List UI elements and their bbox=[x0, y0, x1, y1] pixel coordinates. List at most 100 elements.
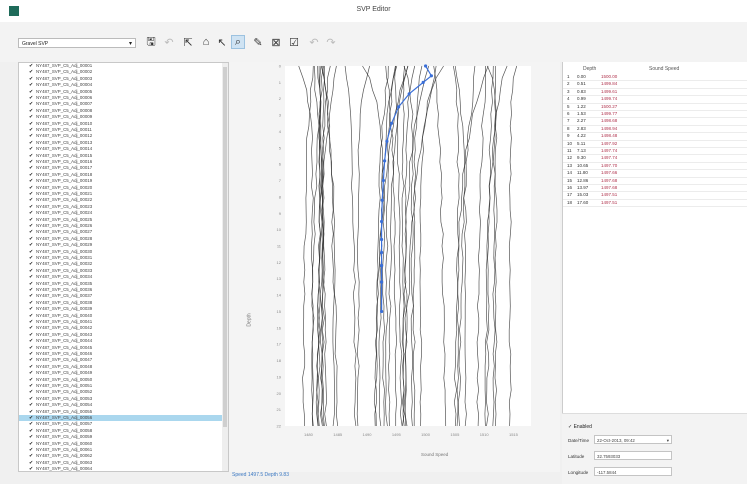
file-name: NY487_SVP_C5_Adj_00060 bbox=[36, 440, 93, 446]
y-tick-label: 1 bbox=[279, 80, 282, 85]
profile-point[interactable] bbox=[380, 309, 384, 314]
background-profile-line bbox=[298, 65, 314, 427]
y-tick-label: 6 bbox=[279, 162, 282, 167]
profile-point[interactable] bbox=[380, 280, 384, 284]
file-list-item[interactable]: ✔ NY487_SVP_C5_Adj_00064 bbox=[19, 466, 224, 472]
date-picker[interactable]: 22-Oct-2013, 09:42 ▾ bbox=[594, 435, 672, 444]
profile-settings: ✓ Enabled Date/Time 22-Oct-2013, 09:42 ▾ … bbox=[562, 413, 747, 484]
y-tick-label: 9 bbox=[279, 211, 282, 216]
profile-select[interactable]: Gravel SVP ▾ bbox=[18, 38, 136, 48]
depth-cell: 13.97 bbox=[577, 185, 589, 190]
import-icon[interactable]: ⇱ bbox=[181, 35, 195, 49]
profile-point[interactable] bbox=[421, 80, 425, 84]
background-profile-line bbox=[401, 65, 405, 427]
x-tick-label: 1505 bbox=[450, 432, 460, 437]
file-name: NY487_SVP_C5_Adj_00032 bbox=[36, 261, 93, 267]
file-name: NY487_SVP_C5_Adj_00013 bbox=[36, 139, 93, 145]
enabled-checkbox[interactable]: ✓ Enabled bbox=[568, 424, 592, 430]
table-row[interactable]: 18 17.60 1497.51 bbox=[563, 199, 747, 208]
longitude-label: Longitude bbox=[568, 470, 589, 475]
file-name: NY487_SVP_C5_Adj_00050 bbox=[36, 376, 93, 382]
row-index: 7 bbox=[567, 118, 570, 124]
file-name: NY487_SVP_C5_Adj_00059 bbox=[36, 434, 93, 440]
file-name: NY487_SVP_C5_Adj_00009 bbox=[36, 114, 93, 120]
profile-point[interactable] bbox=[397, 105, 401, 109]
background-profile-line bbox=[508, 65, 518, 427]
delete-point-icon[interactable]: ⊠ bbox=[269, 35, 283, 49]
file-name: NY487_SVP_C5_Adj_00064 bbox=[36, 466, 93, 472]
speed-cell: 1498.94 bbox=[601, 125, 618, 131]
file-name: NY487_SVP_C5_Adj_00052 bbox=[36, 389, 93, 395]
speed-cell: 1497.70 bbox=[601, 162, 618, 168]
file-name: NY487_SVP_C5_Adj_00033 bbox=[36, 267, 93, 273]
file-name: NY487_SVP_C5_Adj_00061 bbox=[36, 447, 93, 452]
file-name: NY487_SVP_C5_Adj_00012 bbox=[36, 133, 93, 139]
longitude-field[interactable]: -117.5844 bbox=[594, 467, 672, 476]
background-profile-line bbox=[356, 65, 370, 427]
speed-cell: 1497.68 bbox=[601, 185, 618, 190]
date-value: 22-Oct-2013, 09:42 bbox=[597, 438, 635, 443]
file-name: NY487_SVP_C5_Adj_00062 bbox=[36, 453, 93, 459]
row-index: 3 bbox=[567, 88, 570, 94]
file-name: NY487_SVP_C5_Adj_00047 bbox=[36, 357, 93, 363]
file-name: NY487_SVP_C5_Adj_00042 bbox=[36, 325, 93, 331]
profile-point[interactable] bbox=[424, 64, 428, 68]
depth-cell: 7.13 bbox=[577, 148, 586, 153]
file-name: NY487_SVP_C5_Adj_00002 bbox=[36, 69, 93, 75]
checkbox-icon[interactable]: ✔ bbox=[29, 466, 34, 471]
speed-cell: 1498.48 bbox=[601, 133, 618, 139]
file-name: NY487_SVP_C5_Adj_00029 bbox=[36, 242, 93, 248]
profile-point[interactable] bbox=[429, 74, 433, 78]
profile-point[interactable] bbox=[385, 139, 389, 143]
undo-icon[interactable]: ↶ bbox=[307, 35, 321, 49]
profile-point[interactable] bbox=[380, 237, 384, 242]
depth-cell: 2.27 bbox=[577, 118, 586, 124]
home-icon[interactable]: ⌂ bbox=[199, 35, 213, 49]
depth-column-header[interactable]: Depth bbox=[583, 66, 596, 72]
y-tick-label: 2 bbox=[279, 96, 282, 101]
profile-point[interactable] bbox=[380, 198, 384, 202]
row-index: 15 bbox=[567, 177, 573, 183]
y-tick-label: 21 bbox=[277, 407, 282, 412]
redo-icon[interactable]: ↷ bbox=[324, 35, 338, 49]
profile-point[interactable] bbox=[407, 92, 411, 96]
file-name: NY487_SVP_C5_Adj_00037 bbox=[36, 293, 93, 299]
zoom-icon[interactable]: ⌕ bbox=[231, 35, 245, 49]
y-tick-label: 17 bbox=[277, 342, 282, 347]
profile-point[interactable] bbox=[380, 264, 384, 268]
y-tick-label: 18 bbox=[277, 358, 282, 363]
undo-disabled-icon[interactable]: ↶ bbox=[162, 35, 176, 49]
speed-cell: 1497.74 bbox=[601, 148, 618, 153]
file-name: NY487_SVP_C5_Adj_00015 bbox=[36, 152, 93, 158]
depth-cell: 15.03 bbox=[577, 192, 589, 198]
file-name: NY487_SVP_C5_Adj_00003 bbox=[36, 75, 93, 81]
file-name: NY487_SVP_C5_Adj_00054 bbox=[36, 402, 93, 408]
profile-point[interactable] bbox=[380, 250, 384, 255]
row-index: 6 bbox=[567, 111, 570, 116]
scrollbar-thumb[interactable] bbox=[223, 67, 227, 427]
profile-point[interactable] bbox=[390, 121, 394, 125]
profile-point[interactable] bbox=[381, 178, 385, 183]
file-list-scrollbar[interactable] bbox=[222, 63, 228, 471]
pointer-icon[interactable]: ↖ bbox=[215, 35, 229, 49]
depth-cell: 11.80 bbox=[577, 170, 588, 176]
row-index: 10 bbox=[567, 140, 573, 146]
chart-svg[interactable]: 0123456789101112131415161718192021221480… bbox=[229, 62, 560, 472]
row-index: 2 bbox=[567, 81, 570, 87]
file-name: NY487_SVP_C5_Adj_00056 bbox=[36, 415, 93, 420]
apply-icon[interactable]: ☑ bbox=[287, 35, 301, 49]
speed-column-header[interactable]: Sound Speed bbox=[649, 66, 679, 72]
edit-point-icon[interactable]: ✎ bbox=[251, 35, 265, 49]
background-profile-line bbox=[388, 65, 409, 427]
row-index: 5 bbox=[567, 103, 570, 109]
background-profile-line bbox=[403, 65, 414, 427]
background-profile-line bbox=[454, 65, 467, 427]
profile-point[interactable] bbox=[383, 159, 387, 163]
file-name: NY487_SVP_C5_Adj_00057 bbox=[36, 421, 93, 427]
save-icon[interactable]: 🖫 bbox=[144, 35, 158, 49]
row-index: 14 bbox=[567, 170, 573, 176]
latitude-field[interactable]: 32.7593033 bbox=[594, 451, 672, 460]
background-profile-line bbox=[433, 65, 447, 427]
file-name: NY487_SVP_C5_Adj_00044 bbox=[36, 338, 93, 344]
profile-point[interactable] bbox=[380, 219, 384, 224]
